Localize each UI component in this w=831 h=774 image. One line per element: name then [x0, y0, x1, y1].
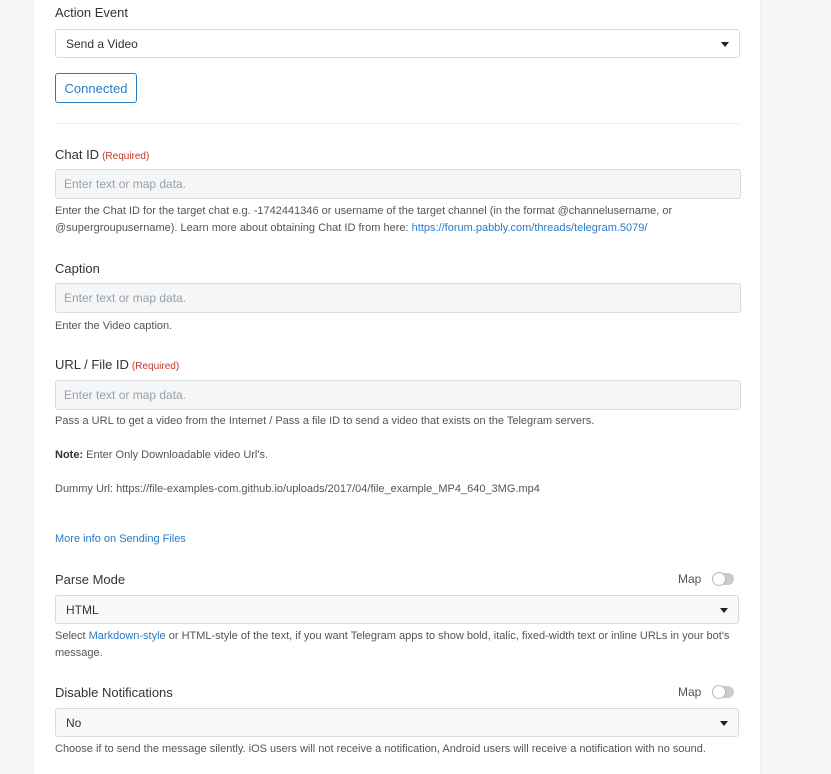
disable-notifications-label: Disable Notifications [55, 685, 173, 700]
connected-button[interactable]: Connected [55, 73, 137, 103]
url-file-id-help: Pass a URL to get a video from the Inter… [55, 415, 595, 427]
chat-id-label: Chat ID (Required) [55, 147, 149, 162]
markdown-style-link[interactable]: Markdown-style [89, 630, 166, 642]
toggle-knob-icon [712, 685, 727, 699]
required-tag: (Required) [102, 151, 150, 162]
dummy-url-text: Dummy Url: https://file-examples-com.git… [55, 483, 540, 495]
chat-id-help: Enter the Chat ID for the target chat e.… [55, 203, 745, 237]
parse-mode-help: Select Markdown-style or HTML-style of t… [55, 628, 745, 662]
caption-help: Enter the Video caption. [55, 320, 173, 332]
chevron-down-icon [720, 607, 728, 613]
url-file-id-input[interactable] [55, 380, 741, 410]
required-tag: (Required) [131, 361, 180, 372]
chat-id-input[interactable] [55, 169, 741, 199]
chat-id-help-link[interactable]: https://forum.pabbly.com/threads/telegra… [412, 222, 648, 234]
parse-mode-map-toggle[interactable] [712, 572, 735, 586]
disable-notifications-value: No [66, 715, 82, 730]
url-note-label: Note: [55, 449, 84, 461]
disable-notifications-map-label: Map [678, 685, 702, 699]
chat-id-label-text: Chat ID [55, 147, 100, 162]
disable-notifications-select[interactable]: No [55, 708, 739, 737]
url-note: Note: Enter Only Downloadable video Url'… [55, 447, 745, 464]
action-config-panel: Action Event Send a Video Connected Chat… [33, 0, 761, 774]
caption-input[interactable] [55, 283, 741, 313]
parse-mode-label: Parse Mode [55, 572, 126, 587]
parse-mode-value: HTML [66, 602, 99, 617]
url-file-id-label-text: URL / File ID [55, 357, 129, 372]
parse-mode-select[interactable]: HTML [55, 595, 739, 624]
toggle-knob-icon [712, 572, 727, 586]
disable-notifications-help: Choose if to send the message silently. … [55, 743, 706, 755]
action-event-label: Action Event [55, 5, 128, 20]
caption-label: Caption [55, 261, 100, 276]
disable-notifications-map-toggle[interactable] [712, 685, 735, 699]
url-file-id-label: URL / File ID (Required) [55, 357, 179, 372]
section-divider [55, 123, 741, 124]
chevron-down-icon [720, 720, 728, 726]
parse-mode-map-label: Map [678, 572, 702, 586]
action-event-value: Send a Video [66, 36, 138, 51]
more-info-sending-files-link[interactable]: More info on Sending Files [55, 533, 186, 545]
chevron-down-icon [721, 41, 729, 47]
parse-mode-help-before: Select [55, 630, 89, 642]
url-note-text: Enter Only Downloadable video Url's. [83, 449, 269, 461]
action-event-select[interactable]: Send a Video [55, 29, 740, 58]
parse-mode-map: Map [678, 572, 735, 586]
disable-notifications-map: Map [678, 685, 735, 699]
